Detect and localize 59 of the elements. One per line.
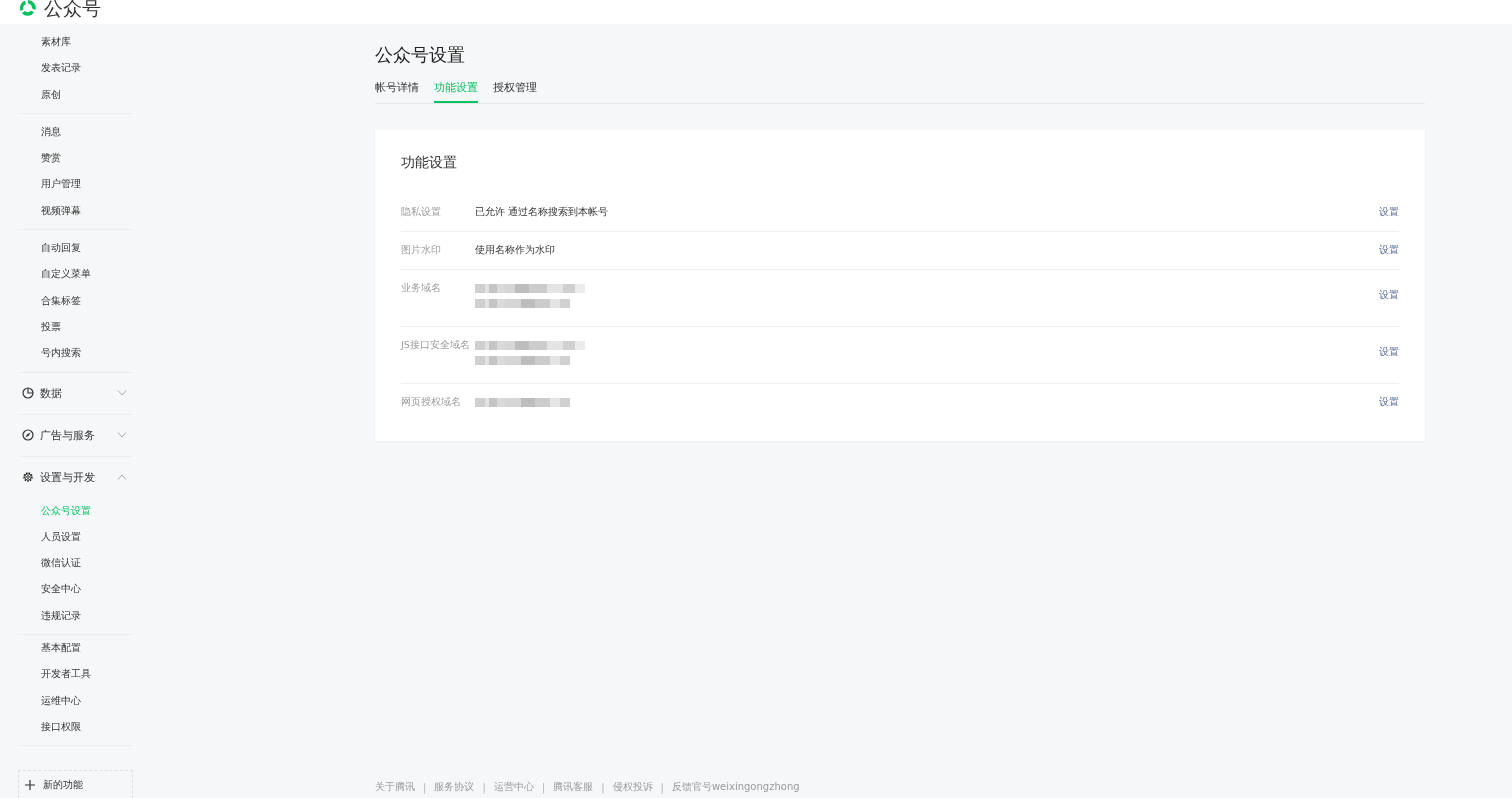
separator: | — [601, 781, 605, 793]
settings-icon — [22, 471, 34, 484]
settings-link[interactable]: 设置 — [1379, 243, 1399, 257]
caret-icon — [117, 432, 127, 439]
sidebar-item[interactable]: 原创 — [18, 81, 133, 108]
sidebar-item[interactable]: 赞赏 — [18, 145, 133, 172]
sidebar-item[interactable]: 接口权限 — [18, 713, 133, 741]
setting-label: JS接口安全域名 — [401, 338, 471, 352]
blurred-text-icon — [475, 398, 570, 407]
sidebar-item[interactable]: 人员设置 — [18, 523, 133, 551]
sidebar-section-header[interactable]: 广告与服务 — [18, 414, 133, 456]
sidebar-item[interactable]: 号内搜索 — [18, 340, 133, 367]
logo-text: 公众号 — [44, 0, 101, 18]
setting-value: 使用名称作为水印 — [475, 243, 556, 257]
sidebar-item[interactable]: 合集标签 — [18, 287, 133, 314]
separator: | — [541, 781, 546, 793]
sidebar-section-header[interactable]: 数据 — [18, 372, 133, 414]
setting-value: 已允许 通过名称搜索到本帐号 — [475, 205, 610, 219]
sidebar-item[interactable]: 违规记录 — [18, 602, 133, 630]
separator: | — [660, 781, 664, 793]
pie-chart-icon — [22, 387, 34, 400]
compass-icon — [22, 429, 34, 442]
caret-icon — [117, 474, 127, 481]
sidebar-item[interactable]: 投票 — [18, 313, 133, 341]
sidebar-item[interactable]: 运维中心 — [18, 687, 133, 714]
setting-label: 网页授权域名 — [401, 395, 462, 409]
sidebar-section-header[interactable]: 设置与开发 — [18, 456, 133, 498]
settings-link[interactable]: 设置 — [1379, 395, 1399, 409]
setting-label: 隐私设置 — [401, 205, 442, 219]
settings-link[interactable]: 设置 — [1379, 344, 1399, 359]
separator: | — [482, 781, 486, 793]
blurred-text-icon — [475, 299, 570, 308]
sidebar-item[interactable]: 自动回复 — [18, 235, 133, 262]
sidebar-item[interactable]: 用户管理 — [18, 171, 133, 198]
caret-icon — [117, 390, 127, 397]
settings-link[interactable]: 设置 — [1379, 287, 1399, 302]
sidebar-item[interactable]: 素材库 — [18, 29, 133, 56]
sidebar-item[interactable]: 微信认证 — [18, 550, 133, 577]
card-title: 功能设置 — [401, 154, 458, 172]
sidebar-item[interactable]: 基本配置 — [18, 635, 133, 662]
tab[interactable]: 帐号详情 — [375, 80, 419, 103]
sidebar-item[interactable]: 视频弹幕 — [18, 197, 133, 225]
tab[interactable]: 授权管理 — [493, 80, 537, 103]
new-feature-button[interactable]: 新的功能 — [18, 770, 133, 798]
setting-label: 图片水印 — [401, 243, 442, 257]
sidebar-item[interactable]: 自定义菜单 — [18, 261, 133, 288]
sidebar-item[interactable]: 安全中心 — [18, 576, 133, 603]
sidebar-item[interactable]: 开发者工具 — [18, 661, 133, 688]
settings-link[interactable]: 设置 — [1379, 205, 1399, 219]
page-title: 公众号设置 — [375, 44, 466, 66]
sidebar-item[interactable]: 消息 — [18, 118, 133, 146]
separator: | — [423, 781, 427, 793]
plus-icon — [25, 779, 35, 790]
logo-icon — [18, 0, 38, 18]
blurred-text-icon — [475, 356, 570, 365]
blurred-text-icon — [475, 341, 585, 350]
setting-label: 业务域名 — [401, 281, 442, 295]
blurred-text-icon — [475, 284, 585, 293]
sidebar-item[interactable]: 发表记录 — [18, 55, 133, 82]
